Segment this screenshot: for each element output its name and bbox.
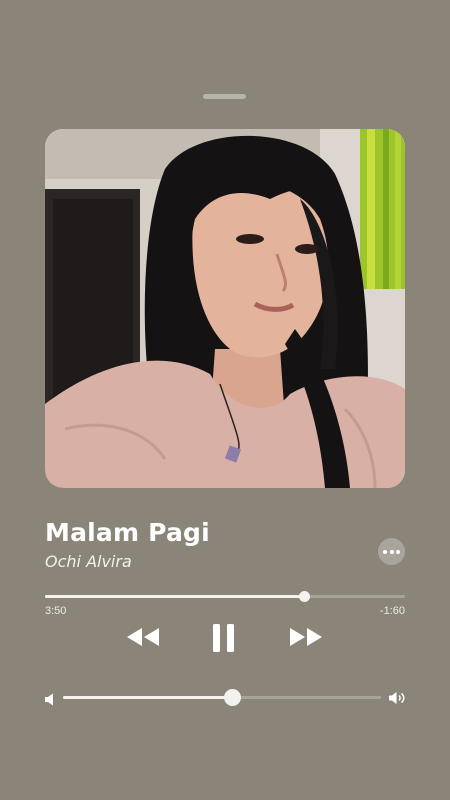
- pause-button[interactable]: [211, 623, 237, 653]
- pause-icon: [213, 624, 234, 652]
- sheet-grabber-handle[interactable]: [203, 94, 246, 99]
- more-options-button[interactable]: [378, 538, 405, 565]
- volume-level-fill: [63, 696, 232, 699]
- playback-scrubber[interactable]: [45, 591, 405, 602]
- elapsed-time: 3:50: [45, 605, 67, 617]
- ellipsis-icon: [382, 549, 387, 554]
- speaker-low-icon: [45, 693, 53, 706]
- volume-high-button[interactable]: [388, 690, 406, 709]
- playback-progress-fill: [45, 595, 305, 598]
- track-title: Malam Pagi: [45, 518, 210, 547]
- fast-forward-button[interactable]: [288, 626, 324, 648]
- volume-slider[interactable]: [63, 689, 381, 706]
- album-artwork-photo: [45, 129, 405, 488]
- fast-forward-icon: [290, 628, 322, 646]
- rewind-icon: [127, 628, 159, 646]
- remaining-time: -1:60: [379, 605, 405, 617]
- playback-scrubber-knob[interactable]: [299, 591, 311, 602]
- track-artist[interactable]: Ochi Alvira: [45, 552, 132, 571]
- ellipsis-icon-dot: [389, 549, 394, 554]
- album-artwork: [45, 129, 405, 488]
- speaker-high-icon: [389, 692, 405, 704]
- volume-low-button[interactable]: [44, 691, 54, 710]
- rewind-button[interactable]: [125, 626, 161, 648]
- ellipsis-icon-dot: [396, 549, 401, 554]
- volume-slider-knob[interactable]: [223, 689, 241, 706]
